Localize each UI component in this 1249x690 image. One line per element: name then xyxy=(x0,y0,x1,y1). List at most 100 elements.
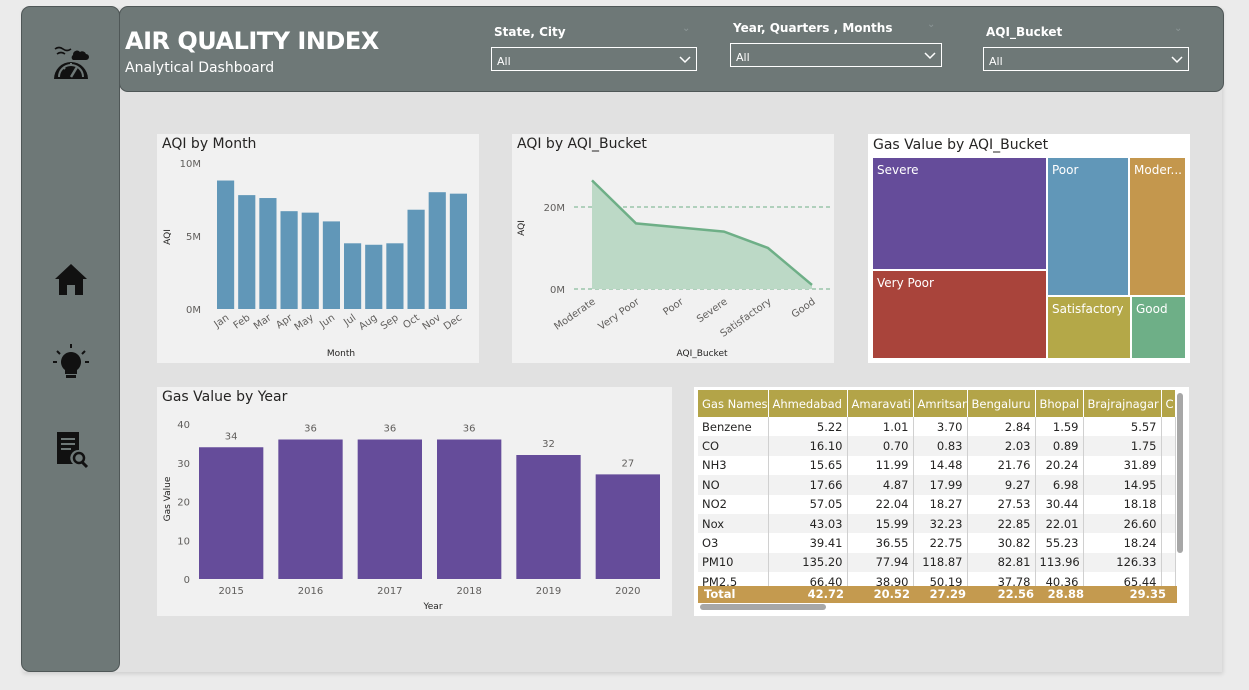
y-tick-label: 30 xyxy=(177,459,190,470)
table-row[interactable]: Benzene 5.22 1.01 3.70 2.84 1.59 5.57 xyxy=(698,417,1176,437)
treemap-tile-good[interactable]: Good xyxy=(1131,296,1186,359)
month-bar xyxy=(259,198,277,309)
column-header[interactable]: Amritsar xyxy=(913,390,968,417)
date-slicer-label: Year, Quarters , Months xyxy=(733,21,893,35)
chevron-down-icon[interactable]: ⌄ xyxy=(927,19,935,30)
value-cell: 2.84 xyxy=(967,417,1036,437)
year-bar xyxy=(595,474,660,579)
month-bar xyxy=(238,195,256,309)
value-cell: 2.03 xyxy=(967,436,1036,456)
year-bar xyxy=(437,439,502,579)
value-cell: 30.44 xyxy=(1035,494,1084,514)
x-tick-label: 2017 xyxy=(377,586,402,597)
x-tick-label: Poor xyxy=(661,296,686,318)
home-icon[interactable] xyxy=(51,259,91,299)
treemap-tile-very-poor[interactable]: Very Poor xyxy=(872,270,1047,359)
column-header[interactable]: C xyxy=(1161,390,1176,417)
value-cell: 22.75 xyxy=(913,533,968,553)
year-bar xyxy=(357,439,422,579)
canvas: AIR QUALITY INDEX Analytical Dashboard S… xyxy=(0,0,1249,690)
x-tick-label: Feb xyxy=(232,312,253,331)
value-cell: 16.10 xyxy=(768,436,848,456)
value-cell: 77.94 xyxy=(847,552,914,573)
gas-by-bucket-title: Gas Value by AQI_Bucket xyxy=(873,137,1049,153)
x-tick-label: Dec xyxy=(442,312,464,332)
data-label: 34 xyxy=(225,431,238,442)
report-search-icon[interactable] xyxy=(51,429,91,469)
value-cell: 113.96 xyxy=(1035,552,1084,573)
value-cell: 17.99 xyxy=(913,475,968,495)
aqi-by-month-card[interactable]: AQI by Month 0M 5M 10M Jan Feb Mar Apr May Jun Ju… xyxy=(157,134,479,363)
value-cell: 1.59 xyxy=(1035,417,1084,437)
aqi-bucket-slicer[interactable]: All xyxy=(983,47,1189,71)
gas-by-year-chart[interactable]: 0 10 20 30 40 34 2015 36 2016 36 2017 36 2018 32 2019 2… xyxy=(157,387,672,616)
column-header[interactable]: Gas Names xyxy=(698,390,769,417)
table-row[interactable]: O3 39.41 36.55 22.75 30.82 55.23 18.24 xyxy=(698,533,1176,553)
x-tick-label: 2018 xyxy=(456,586,481,597)
month-bar xyxy=(365,244,383,309)
column-header[interactable]: Brajrajnagar xyxy=(1083,390,1162,417)
treemap-tile-severe[interactable]: Severe xyxy=(872,157,1047,270)
dropdown-chevron-icon[interactable] xyxy=(1171,53,1183,65)
gas-name-cell: NO2 xyxy=(698,494,769,514)
y-tick-label: 40 xyxy=(177,420,190,431)
dropdown-chevron-icon[interactable] xyxy=(679,53,691,65)
column-header[interactable]: Bhopal xyxy=(1035,390,1084,417)
gas-city-matrix-card[interactable]: Gas Names Ahmedabad Amaravati Amritsar Benga… xyxy=(694,387,1189,616)
treemap-tile-moderate[interactable]: Moder... xyxy=(1129,157,1186,296)
value-cell xyxy=(1161,552,1176,573)
value-cell: 55.23 xyxy=(1035,533,1084,553)
x-tick-label: Moderate xyxy=(552,296,597,332)
x-tick-label: Good xyxy=(790,296,818,320)
gas-city-matrix[interactable]: Gas Names Ahmedabad Amaravati Amritsar Benga… xyxy=(698,390,1176,592)
table-row[interactable]: Nox 43.03 15.99 32.23 22.85 22.01 26.60 xyxy=(698,513,1176,534)
x-tick-label: May xyxy=(293,312,316,333)
value-cell: 22.04 xyxy=(847,494,914,514)
y-tick-label: 5M xyxy=(186,232,201,243)
value-cell: 22.85 xyxy=(967,513,1036,534)
y-tick-label: 20M xyxy=(544,203,565,214)
table-row[interactable]: CO 16.10 0.70 0.83 2.03 0.89 1.75 xyxy=(698,436,1176,456)
value-cell xyxy=(1161,455,1176,476)
gas-by-bucket-card[interactable]: Gas Value by AQI_Bucket Severe Very Poor… xyxy=(868,134,1190,363)
table-row[interactable]: NO2 57.05 22.04 18.27 27.53 30.44 18.18 xyxy=(698,494,1176,514)
treemap-tile-poor[interactable]: Poor xyxy=(1047,157,1129,296)
total-cell: 28.88 xyxy=(1047,587,1084,601)
column-header[interactable]: Amaravati xyxy=(847,390,914,417)
table-row[interactable]: NH3 15.65 11.99 14.48 21.76 20.24 31.89 xyxy=(698,455,1176,476)
year-bar xyxy=(516,455,581,579)
data-label: 36 xyxy=(383,424,396,435)
lightbulb-icon[interactable] xyxy=(51,343,91,383)
chevron-down-icon[interactable]: ⌄ xyxy=(682,23,690,34)
y-axis-title: Gas Value xyxy=(163,476,173,521)
value-cell: 36.55 xyxy=(847,533,914,553)
state-city-slicer-value: All xyxy=(497,55,511,68)
chevron-down-icon[interactable]: ⌄ xyxy=(1174,23,1182,34)
total-cell: 42.72 xyxy=(807,587,844,601)
aqi-bucket-slicer-label: AQI_Bucket xyxy=(986,25,1063,39)
table-row[interactable]: NO 17.66 4.87 17.99 9.27 6.98 14.95 xyxy=(698,475,1176,495)
data-label: 36 xyxy=(463,424,476,435)
value-cell: 5.22 xyxy=(768,417,848,437)
column-header[interactable]: Bengaluru xyxy=(967,390,1036,417)
column-header[interactable]: Ahmedabad xyxy=(768,390,848,417)
total-cell: 22.56 xyxy=(997,587,1034,601)
treemap-tile-satisfactory[interactable]: Satisfactory xyxy=(1047,296,1131,359)
vertical-scrollbar[interactable] xyxy=(1177,393,1183,553)
date-slicer[interactable]: All xyxy=(730,43,942,67)
value-cell: 126.33 xyxy=(1083,552,1162,573)
state-city-slicer[interactable]: All xyxy=(491,47,697,71)
dropdown-chevron-icon[interactable] xyxy=(924,49,936,61)
aqi-by-bucket-card[interactable]: AQI by AQI_Bucket 20M 0M Moderate Very Poor… xyxy=(512,134,834,363)
gas-name-cell: Nox xyxy=(698,513,769,534)
y-tick-label: 20 xyxy=(177,498,190,509)
aqi-by-month-chart[interactable]: 0M 5M 10M Jan Feb Mar AprMay Jun JulAug Sep OctNov… xyxy=(157,134,479,363)
table-row[interactable]: PM10 135.20 77.94 118.87 82.81 113.96 126.33 xyxy=(698,552,1176,573)
x-tick-label: 2015 xyxy=(218,586,243,597)
aqi-by-bucket-chart[interactable]: 20M0MModerateVery Poor Poor SevereSatisfac… xyxy=(512,134,834,363)
value-cell: 9.27 xyxy=(967,475,1036,495)
gas-by-year-card[interactable]: Gas Value by Year 0 10 20 30 40 34 2015 36 2016 3… xyxy=(157,387,672,616)
aqi-bucket-slicer-value: All xyxy=(989,55,1003,68)
value-cell xyxy=(1161,417,1176,437)
horizontal-scrollbar[interactable] xyxy=(700,604,826,610)
